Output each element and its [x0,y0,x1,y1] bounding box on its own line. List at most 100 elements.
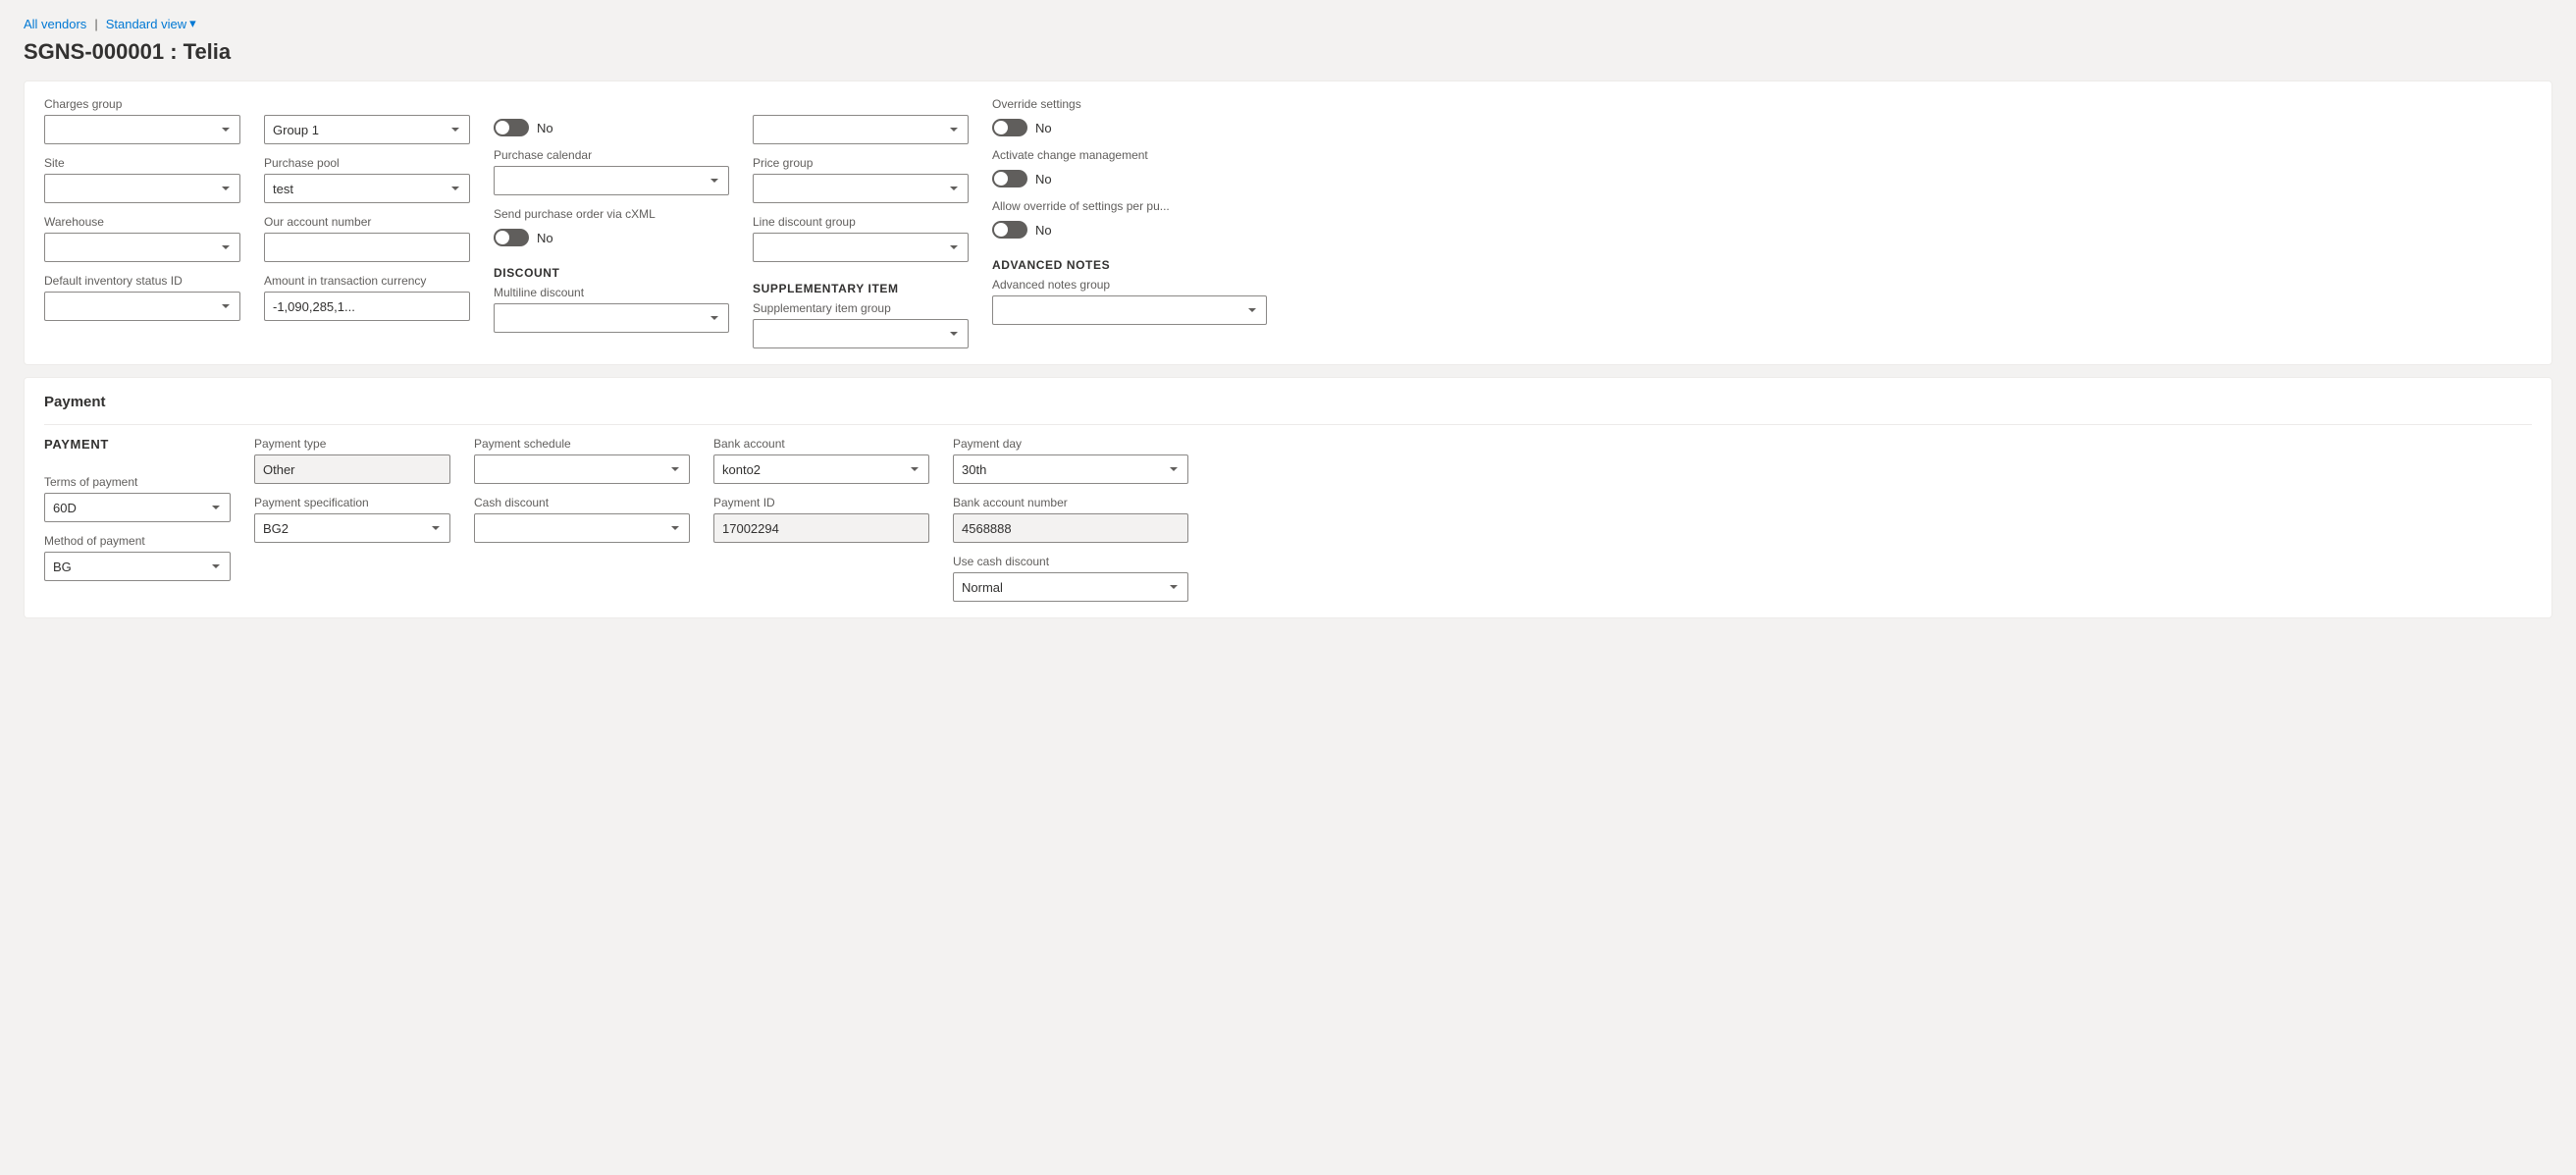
price-group-select[interactable] [753,174,969,203]
bank-account-number-field: Bank account number [953,496,1188,543]
cash-discount-select[interactable] [474,513,690,543]
cash-discount-field: Cash discount [474,496,690,543]
override-settings-toggle[interactable] [992,119,1027,136]
charges-group-field: Charges group [44,97,240,144]
all-vendors-link[interactable]: All vendors [24,17,86,31]
price-group-field: Price group [753,156,969,203]
toggle1-row: No [494,119,729,136]
terms-of-payment-select[interactable]: 60D [44,493,231,522]
multiline-discount-select[interactable] [494,303,729,333]
standard-view-link[interactable]: Standard view ▾ [106,16,196,31]
send-purchase-order-cxml-label: Send purchase order via cXML [494,207,729,221]
bank-account-label: Bank account [713,437,929,451]
payment-section-card: Payment PAYMENT Terms of payment 60D Met… [24,377,2552,618]
advanced-notes-group-select[interactable] [992,295,1267,325]
advanced-notes-group-field: Advanced notes group [992,278,1267,325]
default-inventory-status-field: Default inventory status ID [44,274,240,321]
charges-group-label: Charges group [44,97,240,111]
supplementary-item-group-select[interactable] [753,319,969,348]
breadcrumb-separator: | [94,17,97,31]
multiline-discount-field: Multiline discount [494,286,729,333]
amount-transaction-currency-input[interactable] [264,292,470,321]
payment-type-input[interactable] [254,454,450,484]
purchase-calendar-select[interactable] [494,166,729,195]
line-discount-group-field: Line discount group [753,215,969,262]
purchase-pool-label: Purchase pool [264,156,470,170]
payment-specification-field: Payment specification BG2 [254,496,450,543]
purchase-section-card: Charges group Site Warehouse [24,80,2552,365]
method-of-payment-field: Method of payment BG [44,534,231,581]
payment-schedule-label: Payment schedule [474,437,690,451]
payment-day-select[interactable]: 30th [953,454,1188,484]
supplementary-item-header: SUPPLEMENTARY ITEM [753,282,969,295]
default-inventory-status-select[interactable] [44,292,240,321]
group1-select[interactable]: Group 1 [264,115,470,144]
page-title: SGNS-000001 : Telia [24,39,2552,65]
allow-override-toggle[interactable] [992,221,1027,239]
payment-section-title: Payment [44,394,2532,410]
payment-header: PAYMENT [44,437,231,452]
override-settings-toggle-row: No [992,119,1267,136]
discount-header: DISCOUNT [494,266,729,280]
breadcrumb: All vendors | Standard view ▾ [24,16,2552,31]
send-purchase-order-cxml-field: Send purchase order via cXML No [494,207,729,246]
charges-group-select[interactable] [44,115,240,144]
method-of-payment-select[interactable]: BG [44,552,231,581]
warehouse-label: Warehouse [44,215,240,229]
supplementary-item-group-label: Supplementary item group [753,301,969,315]
multiline-discount-label: Multiline discount [494,286,729,299]
override-settings-label: Override settings [992,97,1267,111]
allow-override-label: Allow override of settings per pu... [992,199,1267,213]
toggle1-value: No [537,121,553,135]
site-select[interactable] [44,174,240,203]
bank-account-select[interactable]: konto2 [713,454,929,484]
activate-change-value: No [1035,172,1052,187]
purchase-pool-select[interactable]: test [264,174,470,203]
payment-specification-select[interactable]: BG2 [254,513,450,543]
override-settings-field: Override settings No [992,97,1267,136]
send-cxml-value: No [537,231,553,245]
group1-dropdown-field: spacer Group 1 [264,97,470,144]
amount-transaction-currency-label: Amount in transaction currency [264,274,470,288]
toggle1-switch[interactable] [494,119,529,136]
purchase-calendar-label: Purchase calendar [494,148,729,162]
warehouse-select[interactable] [44,233,240,262]
terms-of-payment-field: Terms of payment 60D [44,475,231,522]
purchase-pool-field: Purchase pool test [264,156,470,203]
default-inventory-status-label: Default inventory status ID [44,274,240,288]
bank-account-field: Bank account konto2 [713,437,929,484]
site-field: Site [44,156,240,203]
use-cash-discount-select[interactable]: Normal [953,572,1188,602]
use-cash-discount-field: Use cash discount Normal [953,555,1188,602]
method-of-payment-label: Method of payment [44,534,231,548]
activate-change-toggle-row: No [992,170,1267,187]
cash-discount-label: Cash discount [474,496,690,509]
line-discount-group-label: Line discount group [753,215,969,229]
terms-of-payment-label: Terms of payment [44,475,231,489]
payment-schedule-select[interactable] [474,454,690,484]
payment-day-label: Payment day [953,437,1188,451]
payment-type-label: Payment type [254,437,450,451]
activate-change-management-label: Activate change management [992,148,1267,162]
override-settings-value: No [1035,121,1052,135]
payment-id-field: Payment ID [713,496,929,543]
bank-account-number-input[interactable] [953,513,1188,543]
our-account-number-input[interactable] [264,233,470,262]
send-cxml-toggle[interactable] [494,229,529,246]
advanced-notes-header: ADVANCED NOTES [992,258,1267,272]
line-discount-group-select[interactable] [753,233,969,262]
our-account-number-label: Our account number [264,215,470,229]
purchase-calendar-field: Purchase calendar [494,148,729,195]
site-label: Site [44,156,240,170]
advanced-notes-group-label: Advanced notes group [992,278,1267,292]
payment-id-label: Payment ID [713,496,929,509]
payment-day-field: Payment day 30th [953,437,1188,484]
activate-change-toggle[interactable] [992,170,1027,187]
dropdown1-select[interactable] [753,115,969,144]
payment-specification-label: Payment specification [254,496,450,509]
price-group-label: Price group [753,156,969,170]
payment-id-input[interactable] [713,513,929,543]
use-cash-discount-label: Use cash discount [953,555,1188,568]
payment-schedule-field: Payment schedule [474,437,690,484]
toggle1-field: spacer No [494,97,729,136]
